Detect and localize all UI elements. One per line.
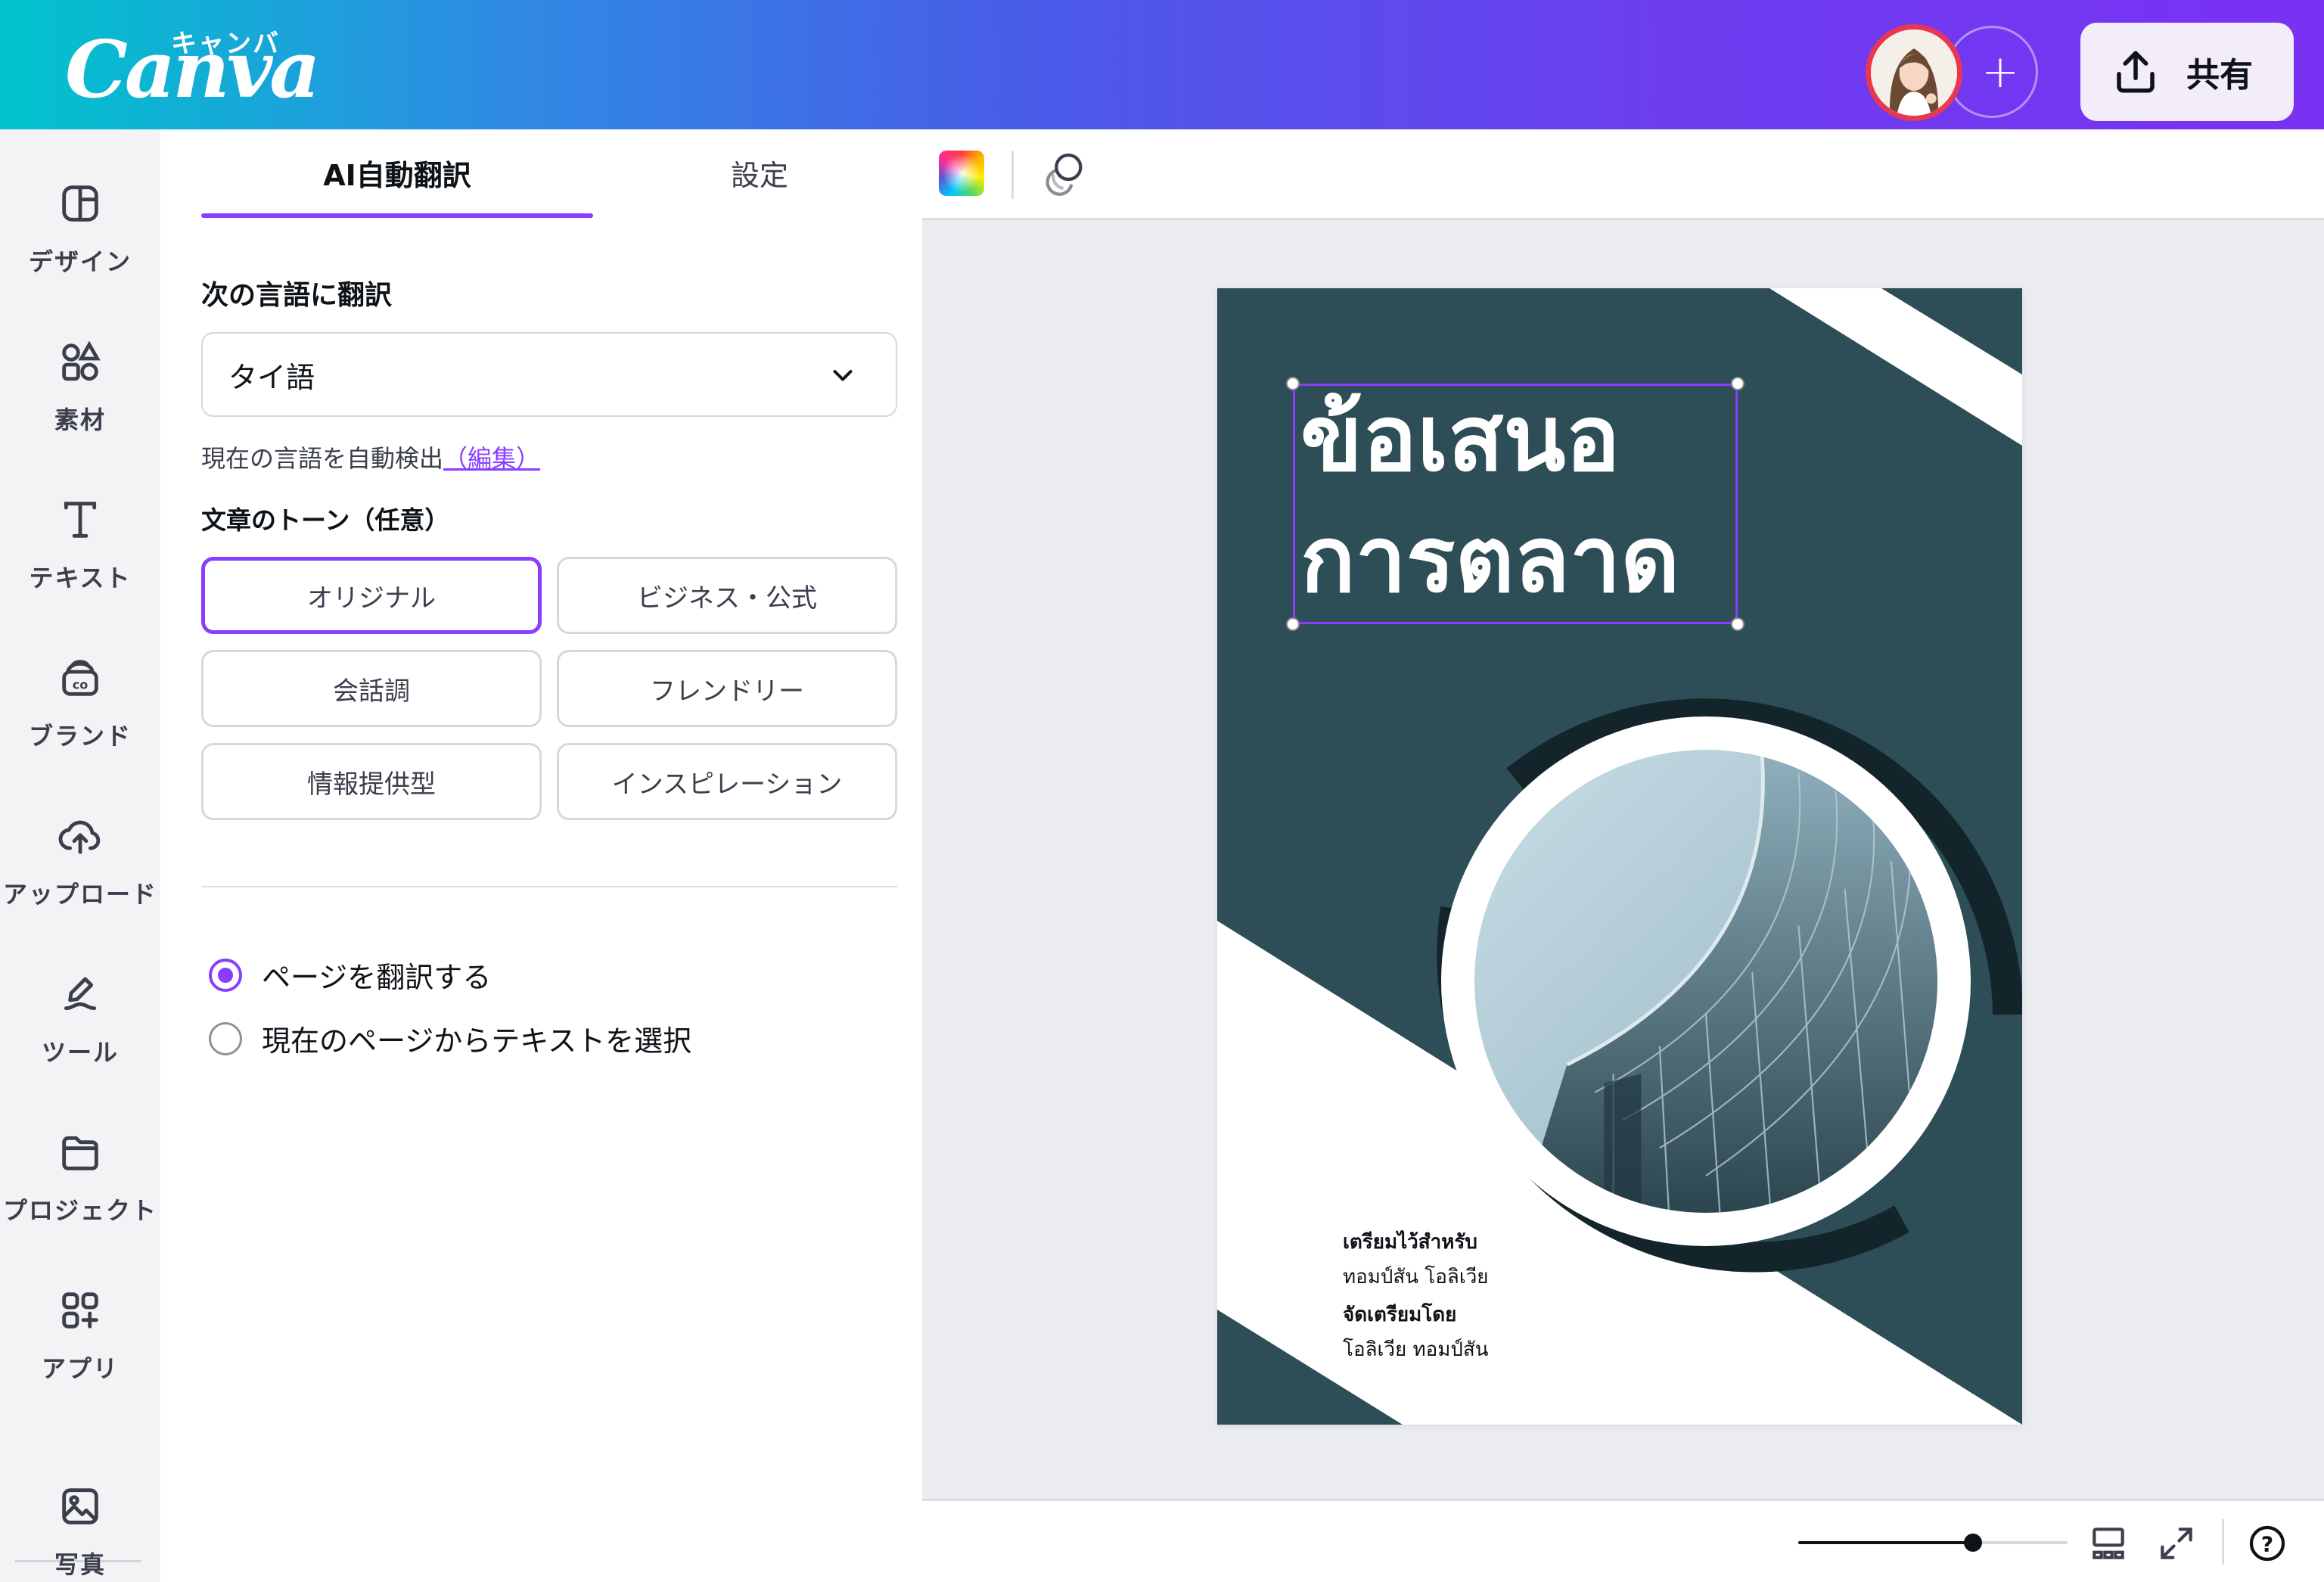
rail-label: アップロード bbox=[2, 880, 157, 909]
language-select-value: タイ語 bbox=[228, 360, 315, 394]
tab-ai-translate[interactable]: AI自動翻訳 bbox=[201, 152, 593, 220]
rail-item-elements[interactable]: 素材 bbox=[0, 287, 160, 439]
credit-prepared-by-name: โอลิเวีย ทอมป์สัน bbox=[1343, 1338, 1489, 1361]
building-photo[interactable] bbox=[1474, 750, 1937, 1213]
share-label: 共有 bbox=[2186, 56, 2253, 95]
zoom-slider-fill bbox=[1798, 1541, 1974, 1544]
fullscreen-icon[interactable] bbox=[2155, 1522, 2198, 1565]
rail-label: プロジェクト bbox=[2, 1196, 157, 1225]
resize-handle-tr[interactable] bbox=[1731, 377, 1745, 390]
rail-label: ツール bbox=[41, 1038, 119, 1067]
footer-divider bbox=[2222, 1519, 2224, 1565]
selection-box bbox=[1293, 384, 1738, 624]
building-image bbox=[1474, 750, 1937, 1213]
auto-detect-text: 現在の言語を自動検出（編集） bbox=[201, 440, 540, 474]
rail-item-upload[interactable]: アップロード bbox=[0, 762, 160, 913]
plus-icon: + bbox=[1981, 45, 2020, 98]
tone-heading: 文章のトーン（任意） bbox=[201, 505, 450, 535]
auto-detect-label: 現在の言語を自動検出 bbox=[201, 444, 444, 473]
rail-item-projects[interactable]: プロジェクト bbox=[0, 1078, 160, 1229]
svg-text:?: ? bbox=[2261, 1532, 2273, 1557]
avatar[interactable] bbox=[1866, 24, 1962, 121]
user-photo bbox=[1871, 30, 1957, 116]
tab-settings[interactable]: 設定 bbox=[593, 152, 926, 220]
tone-friendly-button[interactable]: フレンドリー bbox=[557, 650, 897, 727]
resize-handle-bl[interactable] bbox=[1286, 617, 1300, 631]
page-thumbnails-icon[interactable] bbox=[2087, 1522, 2130, 1565]
panel-divider bbox=[201, 886, 897, 887]
elements-icon bbox=[62, 340, 101, 381]
rail-item-brand[interactable]: co ブランド bbox=[0, 604, 160, 755]
radio-checked-icon bbox=[209, 958, 242, 992]
text-icon bbox=[64, 502, 97, 538]
design-page[interactable]: ข้อเสนอ การตลาด เตรียมไว้สำหรับ ทอมป์สัน… bbox=[1217, 288, 2022, 1425]
rail-label: 写真 bbox=[54, 1550, 106, 1579]
chevron-down-icon bbox=[833, 370, 853, 381]
rail-label: アプリ bbox=[41, 1354, 119, 1383]
photo-icon bbox=[62, 1488, 98, 1525]
credit-prepared-by-label: จัดเตรียมโดย bbox=[1343, 1304, 1457, 1326]
translate-to-heading: 次の言語に翻訳 bbox=[201, 280, 393, 311]
canva-logo[interactable]: キャンバ Canva bbox=[65, 23, 321, 113]
editor-footer: ? bbox=[922, 1499, 2324, 1582]
rail-label: 素材 bbox=[54, 406, 106, 434]
rail-label: テキスト bbox=[29, 564, 132, 592]
zoom-slider[interactable] bbox=[1798, 1534, 2068, 1552]
rail-item-photos[interactable]: 写真 bbox=[0, 1432, 160, 1582]
toolbar-divider bbox=[1011, 151, 1014, 199]
credit-prepared-for-name: ทอมป์สัน โอลิเวีย bbox=[1343, 1266, 1489, 1288]
credit-prepared-for-label: เตรียมไว้สำหรับ bbox=[1343, 1231, 1477, 1254]
tone-conversational-button[interactable]: 会話調 bbox=[201, 650, 542, 727]
rail-item-design[interactable]: デザイン bbox=[0, 129, 160, 281]
tone-original-button[interactable]: オリジナル bbox=[201, 557, 542, 634]
share-button[interactable]: 共有 bbox=[2080, 23, 2294, 121]
upload-share-icon bbox=[2117, 51, 2155, 93]
edit-language-link[interactable]: （編集） bbox=[443, 444, 540, 473]
svg-text:co: co bbox=[73, 678, 88, 692]
radio-translate-page[interactable]: ページを翻訳する bbox=[209, 954, 491, 996]
upload-icon bbox=[58, 820, 101, 854]
brand-icon: co bbox=[62, 660, 98, 696]
tools-icon bbox=[64, 977, 97, 1011]
radio-unchecked-icon bbox=[209, 1021, 242, 1055]
radio-label: ページを翻訳する bbox=[262, 961, 492, 994]
folder-icon bbox=[62, 1136, 98, 1170]
rail-item-tools[interactable]: ツール bbox=[0, 920, 160, 1071]
rail-item-text[interactable]: テキスト bbox=[0, 446, 160, 597]
rail-label: ブランド bbox=[28, 722, 132, 751]
rail-item-apps[interactable]: アプリ bbox=[0, 1236, 160, 1388]
help-icon[interactable]: ? bbox=[2246, 1522, 2288, 1565]
language-select[interactable]: タイ語 bbox=[201, 332, 897, 417]
design-icon bbox=[62, 185, 98, 222]
tone-business-button[interactable]: ビジネス・公式 bbox=[557, 557, 897, 634]
tone-inspirational-button[interactable]: インスピレーション bbox=[557, 743, 897, 820]
radio-select-text[interactable]: 現在のページからテキストを選択 bbox=[209, 1018, 691, 1059]
left-rail: デザイン 素材 テキスト co ブランド アップロード ツール プロジェクト ア… bbox=[0, 129, 160, 1582]
color-picker-button[interactable] bbox=[939, 151, 984, 196]
top-bar: キャンバ Canva + 共有 bbox=[0, 0, 2324, 129]
zoom-slider-handle[interactable] bbox=[1964, 1534, 1983, 1552]
radio-label: 現在のページからテキストを選択 bbox=[262, 1024, 692, 1058]
tone-informative-button[interactable]: 情報提供型 bbox=[201, 743, 542, 820]
editor-area: ข้อเสนอ การตลาด เตรียมไว้สำหรับ ทอมป์สัน… bbox=[922, 129, 2324, 1582]
translate-panel: AI自動翻訳 設定 次の言語に翻訳 タイ語 現在の言語を自動検出（編集） 文章の… bbox=[160, 129, 922, 1582]
rail-label: デザイン bbox=[28, 247, 132, 276]
context-toolbar bbox=[922, 129, 2324, 220]
logo-wordmark: Canva bbox=[65, 23, 321, 116]
resize-handle-tl[interactable] bbox=[1286, 377, 1300, 390]
apps-icon bbox=[62, 1292, 98, 1329]
active-tab-indicator bbox=[201, 213, 593, 218]
resize-handle-br[interactable] bbox=[1731, 617, 1745, 631]
transparency-icon[interactable] bbox=[1040, 149, 1089, 197]
